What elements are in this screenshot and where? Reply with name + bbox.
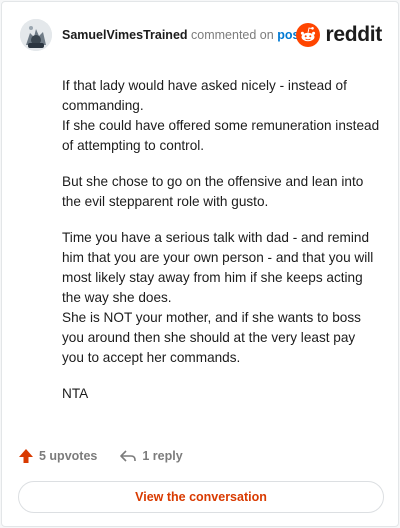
comment-meta: SamuelVimesTrained commented on post [62,28,304,42]
reddit-snoo-icon [296,23,321,47]
upvote-button[interactable]: 5 upvotes [18,448,97,464]
comment-paragraph: NTA [62,384,380,404]
reply-button[interactable]: 1 reply [119,448,183,464]
upvote-arrow-icon [19,449,33,463]
upvote-count: 5 upvotes [39,449,98,463]
comment-text-line: If she could have offered some remunerat… [62,118,380,153]
commented-on-text: commented on [191,28,274,42]
avatar[interactable] [20,19,52,51]
reply-arrow-icon [120,450,137,462]
comment-paragraph: But she chose to go on the offensive and… [62,172,380,212]
reddit-logo[interactable]: reddit [296,21,382,49]
comment-text-line: She is NOT your mother, and if she wants… [62,310,361,365]
reply-count: 1 reply [142,449,183,463]
comment-text-line: NTA [62,386,89,401]
avatar-icon [20,19,52,51]
view-conversation-button[interactable]: View the conversation [18,481,384,513]
comment-body: If that lady would have asked nicely - i… [62,76,380,420]
author-name[interactable]: SamuelVimesTrained [62,28,188,42]
comment-text-line: Time you have a serious talk with dad - … [62,230,374,305]
comment-text-line: But she chose to go on the offensive and… [62,174,364,209]
comment-paragraph: Time you have a serious talk with dad - … [62,228,380,368]
comment-text-line: If that lady would have asked nicely - i… [62,78,347,113]
reddit-wordmark: reddit [325,23,382,46]
comment-paragraph: If that lady would have asked nicely - i… [62,76,380,156]
comment-header: SamuelVimesTrained commented on post red… [20,16,382,56]
embedded-comment-card: SamuelVimesTrained commented on post red… [1,1,399,527]
comment-actions: 5 upvotes 1 reply [18,445,183,467]
